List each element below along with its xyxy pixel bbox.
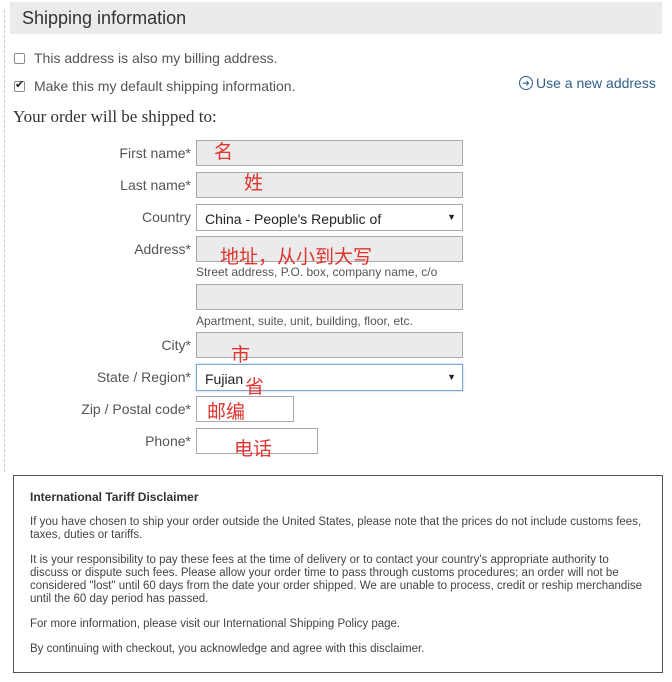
country-value: China - People's Republic of [205, 211, 382, 227]
default-shipping-label: Make this my default shipping informatio… [34, 78, 296, 94]
billing-address-checkbox[interactable] [14, 52, 25, 64]
state-annotation: 省 [245, 376, 265, 398]
default-shipping-checkbox[interactable] [14, 78, 25, 92]
address-label: Address* [134, 241, 191, 257]
circle-arrow-right-icon: ➔ [519, 76, 533, 90]
dropdown-caret-icon: ▼ [447, 372, 456, 382]
shipped-to-heading: Your order will be shipped to: [13, 107, 217, 126]
zip-annotation: 邮编 [207, 401, 246, 423]
dropdown-caret-icon: ▼ [447, 212, 456, 222]
city-annotation: 市 [231, 344, 251, 366]
last-name-annotation: 姓 [244, 172, 264, 194]
disclaimer-title: International Tariff Disclaimer [30, 490, 199, 504]
disclaimer-paragraph: For more information, please visit our I… [30, 618, 401, 630]
disclaimer-paragraph: By continuing with checkout, you acknowl… [30, 643, 425, 655]
last-name-input[interactable] [196, 172, 463, 198]
first-name-label: First name* [119, 145, 191, 161]
tariff-disclaimer-box: International Tariff Disclaimer If you h… [13, 475, 663, 673]
default-shipping-option[interactable]: Make this my default shipping informatio… [14, 78, 295, 94]
phone-annotation: 电话 [234, 438, 273, 460]
state-value: Fujian [205, 371, 244, 387]
section-title: Shipping information [22, 8, 187, 28]
section-header: Shipping information [10, 2, 662, 34]
address-line2-input[interactable] [196, 284, 463, 310]
use-new-address-label: Use a new address [536, 75, 656, 91]
billing-address-label: This address is also my billing address. [34, 50, 278, 66]
zip-label: Zip / Postal code* [81, 401, 191, 417]
country-select[interactable]: China - People's Republic of ▼ [196, 204, 463, 231]
city-label: City* [161, 337, 191, 353]
state-select[interactable]: Fujian ▼ [196, 364, 463, 391]
section-guide-line [4, 10, 5, 472]
use-new-address-link[interactable]: ➔ Use a new address [519, 75, 656, 91]
first-name-annotation: 名 [214, 141, 234, 163]
phone-label: Phone* [145, 433, 191, 449]
billing-address-option[interactable]: This address is also my billing address. [14, 50, 278, 66]
disclaimer-paragraph: It is your responsibility to pay these f… [30, 554, 643, 605]
last-name-label: Last name* [120, 177, 191, 193]
first-name-input[interactable] [196, 140, 463, 166]
address-hint: Street address, P.O. box, company name, … [196, 265, 438, 279]
address-line2-hint: Apartment, suite, unit, building, floor,… [196, 314, 413, 328]
state-label: State / Region* [96, 369, 191, 385]
country-label: Country [141, 209, 191, 225]
disclaimer-paragraph: If you have chosen to ship your order ou… [30, 516, 642, 541]
